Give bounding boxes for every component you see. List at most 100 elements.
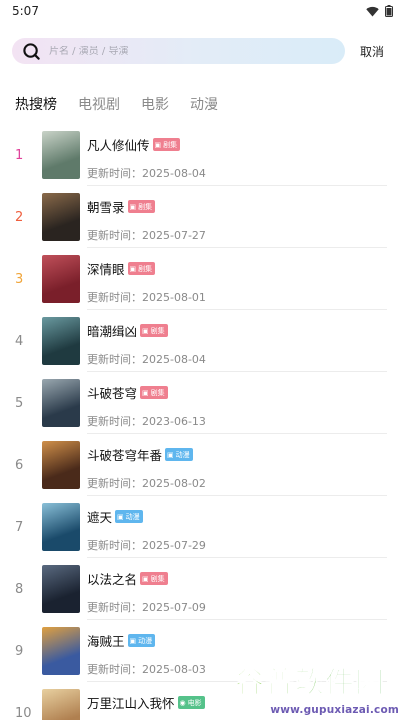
show-title[interactable]: 朝雪录 [87, 197, 125, 216]
list-item[interactable]: 3 深情眼 ▣ 剧集 更新时间：2025-08-01 [0, 248, 405, 310]
list-item[interactable]: 5 斗破苍穹 ▣ 剧集 更新时间：2023-06-13 [0, 372, 405, 434]
title-line: 凡人修仙传 ▣ 剧集 [87, 135, 181, 154]
show-title[interactable]: 万里江山入我怀 [87, 693, 175, 712]
category-badge-label: 剧集 [150, 388, 165, 397]
update-time-value: 2025-08-04 [142, 353, 206, 366]
rank-number: 4 [15, 334, 24, 349]
watermark-logo: 谷普软件园 [234, 665, 385, 699]
category-badge-icon: ◉ [179, 698, 186, 707]
category-badge-label: 动漫 [138, 636, 153, 645]
show-title[interactable]: 暗潮缉凶 [87, 321, 137, 340]
status-icons [366, 5, 393, 17]
search-row: 取消 [12, 38, 393, 64]
search-icon [23, 42, 40, 60]
category-badge-icon: ▣ [142, 326, 149, 335]
category-badge: ◉ 电影 [177, 696, 205, 709]
tab-hot-search[interactable]: 热搜榜 [15, 94, 57, 114]
category-badge-icon: ▣ [129, 636, 137, 645]
cancel-button[interactable]: 取消 [360, 43, 384, 60]
poster-image[interactable] [42, 565, 80, 613]
show-title[interactable]: 遮天 [87, 507, 112, 526]
category-badge-label: 剧集 [150, 326, 165, 335]
status-time: 5:07 [12, 4, 39, 18]
update-time-label: 更新时间： [87, 663, 142, 676]
poster-image[interactable] [42, 441, 80, 489]
category-badge-icon: ▣ [142, 388, 149, 397]
list-item[interactable]: 6 斗破苍穹年番 ▣ 动漫 更新时间：2025-08-02 [0, 434, 405, 496]
tab-movies[interactable]: 电影 [141, 94, 169, 114]
category-badge: ▣ 剧集 [127, 200, 156, 213]
title-line: 万里江山入我怀 ◉ 电影 [87, 693, 205, 712]
category-badge-label: 剧集 [138, 202, 153, 211]
tab-tv-series[interactable]: 电视剧 [78, 94, 120, 114]
update-time-value: 2025-08-04 [142, 167, 206, 180]
update-time-value: 2025-07-09 [142, 601, 206, 614]
list-item[interactable]: 8 以法之名 ▣ 剧集 更新时间：2025-07-09 [0, 558, 405, 620]
poster-image[interactable] [42, 193, 80, 241]
update-time-label: 更新时间： [87, 353, 142, 366]
title-line: 朝雪录 ▣ 剧集 [87, 197, 156, 216]
poster-image[interactable] [42, 503, 80, 551]
show-title[interactable]: 海贼王 [87, 631, 125, 650]
show-title[interactable]: 深情眼 [87, 259, 125, 278]
svg-text:谷普软件园: 谷普软件园 [235, 665, 385, 698]
category-badge: ▣ 动漫 [127, 634, 156, 647]
update-time-label: 更新时间： [87, 415, 142, 428]
poster-image[interactable] [42, 255, 80, 303]
category-badge-label: 剧集 [138, 264, 153, 273]
show-title[interactable]: 凡人修仙传 [87, 135, 150, 154]
search-input[interactable] [49, 45, 299, 57]
tab-anime[interactable]: 动漫 [190, 94, 218, 114]
category-badge-label: 电影 [187, 698, 202, 707]
update-time-label: 更新时间： [87, 167, 142, 180]
status-bar: 5:07 [0, 0, 405, 22]
update-time-value: 2025-08-02 [142, 477, 206, 490]
update-time: 更新时间：2025-08-01 [87, 289, 206, 305]
update-time-label: 更新时间： [87, 601, 142, 614]
category-badge: ▣ 剧集 [140, 572, 168, 585]
list-item[interactable]: 7 遮天 ▣ 动漫 更新时间：2025-07-29 [0, 496, 405, 558]
update-time: 更新时间：2025-08-04 [87, 165, 206, 181]
list-item[interactable]: 4 暗潮缉凶 ▣ 剧集 更新时间：2025-08-04 [0, 310, 405, 372]
title-line: 斗破苍穹 ▣ 剧集 [87, 383, 168, 402]
rank-number: 5 [15, 396, 24, 411]
rank-number: 1 [15, 148, 24, 163]
search-box[interactable] [12, 38, 345, 64]
show-title[interactable]: 斗破苍穹 [87, 383, 137, 402]
category-badge: ▣ 动漫 [165, 448, 193, 461]
poster-image[interactable] [42, 317, 80, 365]
poster-image[interactable] [42, 689, 80, 720]
category-badge-icon: ▣ [117, 512, 124, 521]
update-time-value: 2025-07-27 [142, 229, 206, 242]
poster-image[interactable] [42, 627, 80, 675]
update-time-value: 2025-07-29 [142, 539, 206, 552]
update-time: 更新时间：2025-07-09 [87, 599, 206, 615]
category-badge-label: 剧集 [150, 574, 165, 583]
category-badge: ▣ 剧集 [140, 386, 168, 399]
update-time: 更新时间：2025-08-04 [87, 351, 206, 367]
rank-number: 10 [15, 706, 32, 720]
update-time: 更新时间：2025-08-03 [87, 661, 206, 677]
poster-image[interactable] [42, 379, 80, 427]
list-item[interactable]: 2 朝雪录 ▣ 剧集 更新时间：2025-07-27 [0, 186, 405, 248]
rank-number: 2 [15, 210, 24, 225]
category-tabs: 热搜榜 电视剧 电影 动漫 [15, 94, 239, 114]
category-badge: ▣ 剧集 [127, 262, 156, 275]
update-time: 更新时间：2025-07-29 [87, 537, 206, 553]
ranking-list: 1 凡人修仙传 ▣ 剧集 更新时间：2025-08-04 2 朝雪录 ▣ 剧集 更新时间：2025… [0, 124, 405, 720]
title-line: 斗破苍穹年番 ▣ 动漫 [87, 445, 193, 464]
update-time: 更新时间：2023-06-13 [87, 413, 206, 429]
update-time-label: 更新时间： [87, 291, 142, 304]
category-badge: ▣ 剧集 [152, 138, 181, 151]
category-badge: ▣ 剧集 [140, 324, 168, 337]
list-item[interactable]: 1 凡人修仙传 ▣ 剧集更新时间：2025-08-04 [0, 124, 405, 186]
watermark-url: www.gupuxiazai.com [270, 704, 399, 716]
update-time-value: 2023-06-13 [142, 415, 206, 428]
title-line: 以法之名 ▣ 剧集 [87, 569, 168, 588]
show-title[interactable]: 斗破苍穹年番 [87, 445, 162, 464]
show-title[interactable]: 以法之名 [87, 569, 137, 588]
update-time-value: 2025-08-03 [142, 663, 206, 676]
title-line: 海贼王 ▣ 动漫 [87, 631, 156, 650]
poster-image[interactable] [42, 131, 80, 179]
rank-number: 7 [15, 520, 24, 535]
